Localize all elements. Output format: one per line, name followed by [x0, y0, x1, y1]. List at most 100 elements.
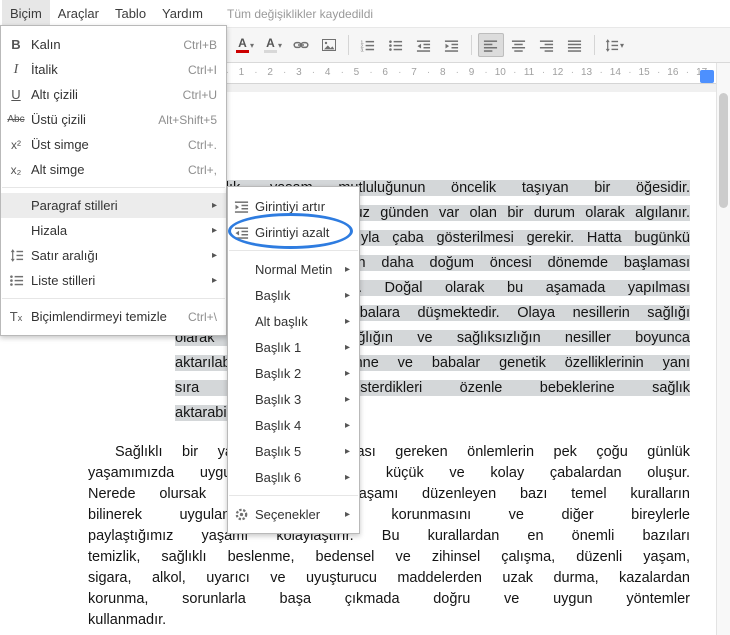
menubar-item-label: Tablo: [114, 6, 147, 21]
submenu-arrow-icon: ▸: [344, 471, 350, 483]
menu-item-label: Paragraf stilleri: [31, 198, 118, 213]
menu-item-satir-araligi[interactable]: Satır aralığı ▸: [1, 243, 226, 268]
menubar-tablo[interactable]: Tablo: [107, 0, 154, 27]
paragraph[interactable]: Sağlıklı bir yaşam için alınması gereken…: [88, 442, 690, 631]
submenu-arrow-icon: ▸: [344, 367, 350, 379]
menu-item-paragraf-stilleri[interactable]: Paragraf stilleri ▸: [1, 193, 226, 218]
insert-link-button[interactable]: [288, 33, 314, 57]
menu-item-liste-stilleri[interactable]: Liste stilleri ▸: [1, 268, 226, 293]
menu-item-hizala[interactable]: Hizala ▸: [1, 218, 226, 243]
submenu-item-baslik-3[interactable]: Başlık 3 ▸: [228, 386, 359, 412]
text-line[interactable]: yaşamımızda uygulanması gereken küçük ve…: [88, 463, 690, 484]
text-line[interactable]: bilinerek uygulanması, sağlığın korunmas…: [88, 505, 690, 526]
toolbar-button: [594, 35, 595, 55]
menu-item-kalin[interactable]: B Kalın Ctrl+B: [1, 32, 226, 57]
menubar-yardim[interactable]: Yardım: [154, 0, 211, 27]
save-status[interactable]: Tüm değişiklikler kaydedildi: [227, 7, 373, 21]
submenu-arrow-icon: ▸: [344, 341, 350, 353]
menubar-items: Biçim Araçlar Tablo Yardım: [2, 0, 211, 27]
svg-text:3.: 3.: [360, 47, 364, 53]
menubar-araclar[interactable]: Araçlar: [50, 0, 107, 27]
submenu-item-baslik-4[interactable]: Başlık 4 ▸: [228, 412, 359, 438]
menu-item-shortcut: Ctrl+U: [182, 87, 217, 102]
submenu-item-label: Başlık 2: [255, 365, 302, 381]
increase-indent-button[interactable]: [439, 33, 465, 57]
text-line[interactable]: paylaştığımız yaşamı kolaylaştırır. Bu k…: [88, 526, 690, 547]
menu-item-shortcut: Ctrl+I: [187, 62, 217, 77]
ruler-number-label: 7: [411, 67, 417, 78]
text-run: kullanmadır.: [88, 612, 167, 628]
numbered-list-icon: 1. 2. 3.: [360, 38, 375, 53]
menubar-item-label: Yardım: [162, 6, 203, 21]
submenu-item-baslik-2[interactable]: Başlık 2 ▸: [228, 360, 359, 386]
ruler-number: 5: [341, 63, 371, 84]
right-indent-marker[interactable]: [700, 70, 714, 83]
align-right-button[interactable]: [534, 33, 560, 57]
line-spacing-icon: [1, 248, 31, 263]
submenu-item: [229, 250, 358, 251]
submenu-item-label: Başlık 3: [255, 391, 302, 407]
indent-decrease-icon: [228, 225, 255, 240]
ruler-number: 13: [571, 63, 601, 84]
menu-item-alt-simge[interactable]: x₂ Alt simge Ctrl+,: [1, 157, 226, 182]
align-center-button[interactable]: [506, 33, 532, 57]
submenu-item-label: Başlık 1: [255, 339, 302, 355]
decrease-indent-button[interactable]: [411, 33, 437, 57]
align-justify-icon: [567, 38, 582, 53]
menu-item-ustu-cizili[interactable]: Abc Üstü çizili Alt+Shift+5: [1, 107, 226, 132]
text-color-button[interactable]: A ▾: [232, 33, 258, 57]
menu-item-label: Üstü çizili: [31, 112, 86, 127]
submenu-arrow-icon: ▸: [211, 275, 217, 286]
menubar-bicim[interactable]: Biçim: [2, 0, 50, 27]
submenu-item-normal-metin[interactable]: Normal Metin ▸: [228, 256, 359, 282]
text-line[interactable]: sigara, alkol, uyarıcı ve uyuşturucu mad…: [88, 568, 690, 589]
submenu-arrow-icon: ▸: [344, 289, 350, 301]
vertical-scrollbar[interactable]: [716, 63, 730, 635]
numbered-list-button[interactable]: 1. 2. 3.: [355, 33, 381, 57]
align-left-button[interactable]: [478, 33, 504, 57]
text-line[interactable]: korunma, sorunlarla başa çıkmada doğru v…: [88, 589, 690, 610]
align-justify-button[interactable]: [562, 33, 588, 57]
text-line[interactable]: kullanmadır.: [88, 610, 690, 631]
submenu-item-baslik-5[interactable]: Başlık 5 ▸: [228, 438, 359, 464]
scrollbar-thumb[interactable]: [719, 93, 728, 208]
text-line[interactable]: Nerede olursak olalım, toplu yaşamı düze…: [88, 484, 690, 505]
dropdown-arrow-icon: ▾: [277, 40, 282, 50]
submenu-item-baslik-6[interactable]: Başlık 6 ▸: [228, 464, 359, 490]
submenu-item-girintiyi-artir[interactable]: Girintiyi artır: [228, 193, 359, 219]
text-run: temizlik, sağlıklı beslenme, bedensel ve…: [88, 549, 690, 565]
submenu-item-secenekler[interactable]: Seçenekler ▸: [228, 501, 359, 527]
menu-item-ust-simge[interactable]: x² Üst simge Ctrl+.: [1, 132, 226, 157]
menu-item-italik[interactable]: I İtalik Ctrl+I: [1, 57, 226, 82]
text-line[interactable]: Sağlıklı bir yaşam için alınması gereken…: [88, 442, 690, 463]
menu-item-shortcut: Ctrl+,: [187, 162, 217, 177]
submenu-item-baslik-1[interactable]: Başlık 1 ▸: [228, 334, 359, 360]
insert-image-button[interactable]: [316, 33, 342, 57]
ruler-number-label: 6: [382, 67, 388, 78]
ruler-numbers: 1234567891011121314151617: [226, 63, 716, 84]
menu-item-alti-cizili[interactable]: U Altı çizili Ctrl+U: [1, 82, 226, 107]
submenu-item-baslik[interactable]: Başlık ▸: [228, 282, 359, 308]
submenu-item-girintiyi-azalt[interactable]: Girintiyi azalt: [228, 219, 359, 245]
ruler-number-label: 10: [494, 67, 506, 78]
submenu-arrow-icon: ▸: [211, 200, 217, 211]
menu-item-shortcut: Ctrl+\: [187, 309, 217, 324]
text-run: Sağlıklı bir yaşam için alınması gereken…: [115, 444, 690, 460]
gear-icon: [228, 507, 255, 522]
indent-increase-icon: [228, 199, 255, 214]
ruler-number: 6: [369, 63, 400, 84]
submenu-item-alt-baslik[interactable]: Alt başlık ▸: [228, 308, 359, 334]
highlight-color-button[interactable]: A ▾: [260, 33, 286, 57]
ruler-number: 15: [628, 63, 659, 84]
ruler-number-label: 12: [552, 67, 564, 78]
menu-item-shortcut: Alt+Shift+5: [158, 112, 217, 127]
menu-item-label: Alt simge: [31, 162, 85, 177]
submenu-item-label: Başlık: [255, 287, 291, 303]
bulleted-list-button[interactable]: [383, 33, 409, 57]
menu-item-bicimlendirmeyi-temizle[interactable]: Tx Biçimlendirmeyi temizle Ctrl+\: [1, 304, 226, 329]
ruler-number-label: 15: [638, 67, 650, 78]
text-line[interactable]: temizlik, sağlıklı beslenme, bedensel ve…: [88, 547, 690, 568]
text-run: yaşamımızda uygulanması gereken küçük ve…: [88, 465, 690, 481]
submenu-arrow-icon: ▸: [344, 508, 350, 520]
line-spacing-button[interactable]: ▾: [601, 33, 627, 57]
